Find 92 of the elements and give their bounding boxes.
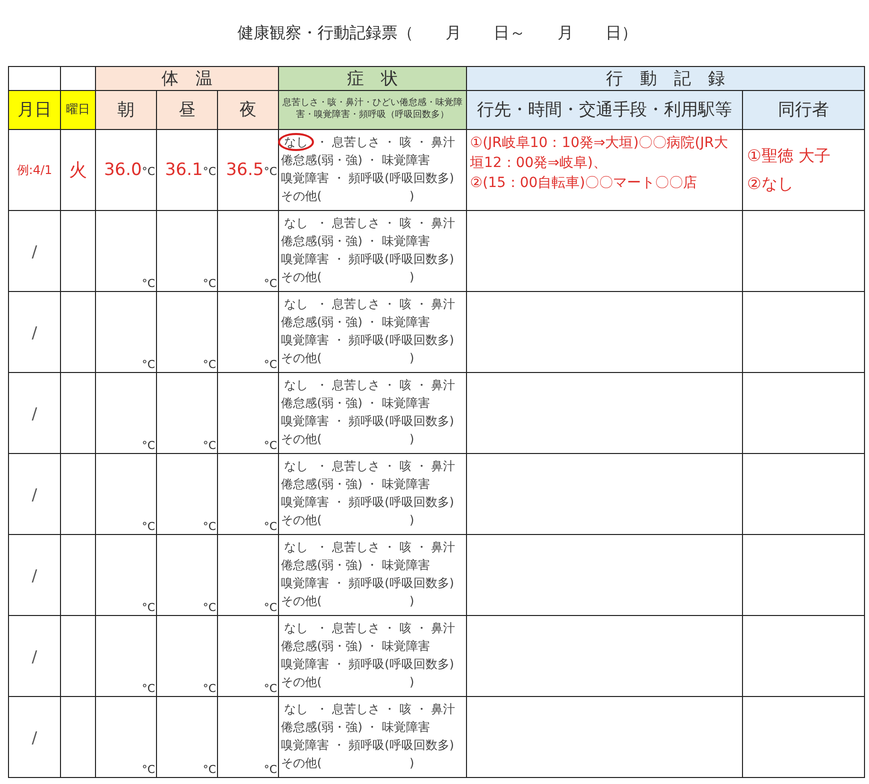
unit-label: °C bbox=[202, 358, 216, 371]
symptoms-hint: 息苦しさ・咳・鼻汁・ひどい倦怠感・味覚障害・嗅覚障害・頻呼吸（呼吸回数多） bbox=[278, 90, 467, 130]
unit-label: °C bbox=[264, 439, 278, 452]
unit-label: °C bbox=[142, 165, 155, 178]
symptom-line: 嗅覚障害 ・ 頻呼吸(呼吸回数多) bbox=[281, 332, 456, 349]
none-option: なし bbox=[278, 457, 314, 475]
temperature-value: 36.5 bbox=[226, 160, 264, 180]
column-header: 月日 bbox=[8, 90, 60, 130]
none-option: なし bbox=[278, 214, 314, 232]
unit-label: °C bbox=[264, 277, 278, 290]
symptom-line: その他( ) bbox=[281, 593, 416, 610]
symptom-line: 嗅覚障害 ・ 頻呼吸(呼吸回数多) bbox=[281, 170, 456, 187]
date-cell: / bbox=[8, 696, 60, 778]
symptom-line: その他( ) bbox=[281, 674, 416, 691]
unit-label: °C bbox=[264, 763, 278, 776]
symptom-line: 倦怠感(弱・強) ・ 味覚障害 bbox=[281, 557, 432, 574]
symptom-line: 倦怠感(弱・強) ・ 味覚障害 bbox=[281, 476, 432, 493]
unit-label: °C bbox=[264, 358, 278, 371]
form-title: 健康観察・行動記録票（ 月 日～ 月 日） bbox=[236, 22, 638, 44]
date-cell: / bbox=[8, 372, 60, 454]
unit-label: °C bbox=[142, 601, 155, 614]
symptom-line: 嗅覚障害 ・ 頻呼吸(呼吸回数多) bbox=[281, 494, 456, 511]
companion-entry: ①聖徳 大子 bbox=[747, 145, 832, 167]
symptom-line: その他( ) bbox=[281, 269, 416, 286]
unit-label: °C bbox=[142, 763, 155, 776]
date-cell: 例:4/1 bbox=[8, 130, 60, 210]
symptom-line: ・ 息苦しさ ・ 咳 ・ 鼻汁 bbox=[316, 214, 456, 232]
date-cell: / bbox=[8, 454, 60, 534]
none-option: なし bbox=[278, 700, 314, 718]
unit-label: °C bbox=[142, 277, 155, 290]
symptom-line: 倦怠感(弱・強) ・ 味覚障害 bbox=[281, 719, 432, 736]
companion-entry: ②なし bbox=[747, 173, 794, 195]
none-option: なし bbox=[278, 295, 314, 313]
symptom-line: その他( ) bbox=[281, 188, 416, 205]
symptom-line: 嗅覚障害 ・ 頻呼吸(呼吸回数多) bbox=[281, 413, 456, 430]
none-option: なし bbox=[278, 538, 314, 556]
unit-label: °C bbox=[142, 682, 155, 695]
symptom-line: その他( ) bbox=[281, 431, 416, 448]
symptom-line: 倦怠感(弱・強) ・ 味覚障害 bbox=[281, 314, 432, 331]
symptom-line: ・ 息苦しさ ・ 咳 ・ 鼻汁 bbox=[316, 538, 456, 556]
unit-label: °C bbox=[264, 601, 278, 614]
symptom-line: その他( ) bbox=[281, 350, 416, 367]
group-header: 行 動 記 録 bbox=[466, 66, 865, 90]
unit-label: °C bbox=[142, 358, 155, 371]
symptom-line: ・ 息苦しさ ・ 咳 ・ 鼻汁 bbox=[316, 134, 456, 150]
unit-label: °C bbox=[202, 520, 216, 533]
column-header: 同行者 bbox=[742, 90, 865, 130]
unit-label: °C bbox=[202, 277, 216, 290]
group-header: 体 温 bbox=[96, 66, 279, 90]
symptom-line: その他( ) bbox=[281, 512, 416, 529]
symptom-line: 倦怠感(弱・強) ・ 味覚障害 bbox=[281, 395, 432, 412]
symptom-line: ・ 息苦しさ ・ 咳 ・ 鼻汁 bbox=[316, 620, 456, 636]
activity-entry: ②(15：00自転車)〇〇マート〇〇店 bbox=[470, 174, 698, 193]
symptom-line: ・ 息苦しさ ・ 咳 ・ 鼻汁 bbox=[316, 700, 456, 718]
symptom-line: ・ 息苦しさ ・ 咳 ・ 鼻汁 bbox=[316, 458, 456, 474]
symptom-line: その他( ) bbox=[281, 755, 416, 772]
unit-label: °C bbox=[264, 682, 278, 695]
unit-label: °C bbox=[202, 601, 216, 614]
symptom-line: 嗅覚障害 ・ 頻呼吸(呼吸回数多) bbox=[281, 251, 456, 268]
unit-label: °C bbox=[202, 682, 216, 695]
unit-label: °C bbox=[202, 165, 216, 178]
activity-entry: ①(JR岐阜10：10発⇒大垣)〇〇病院(JR大垣12：00発⇒岐阜)、 bbox=[470, 134, 730, 173]
unit-label: °C bbox=[264, 520, 278, 533]
none-option: なし bbox=[278, 619, 314, 637]
symptom-line: ・ 息苦しさ ・ 咳 ・ 鼻汁 bbox=[316, 376, 456, 394]
date-cell: / bbox=[8, 616, 60, 696]
column-header: 曜日 bbox=[60, 90, 96, 130]
column-header: 昼 bbox=[156, 90, 218, 130]
date-cell: / bbox=[8, 534, 60, 616]
temperature-value: 36.0 bbox=[104, 160, 142, 180]
temperature-value: 36.1 bbox=[164, 160, 203, 180]
symptom-line: 倦怠感(弱・強) ・ 味覚障害 bbox=[281, 638, 432, 655]
column-header: 朝 bbox=[96, 90, 156, 130]
symptom-line: 倦怠感(弱・強) ・ 味覚障害 bbox=[281, 152, 432, 169]
none-option: なし bbox=[278, 376, 314, 394]
group-header: 症 状 bbox=[278, 66, 467, 90]
unit-label: °C bbox=[264, 165, 278, 178]
symptom-line: 嗅覚障害 ・ 頻呼吸(呼吸回数多) bbox=[281, 575, 456, 592]
symptom-line: ・ 息苦しさ ・ 咳 ・ 鼻汁 bbox=[316, 296, 456, 312]
symptom-line: 嗅覚障害 ・ 頻呼吸(呼吸回数多) bbox=[281, 737, 456, 754]
none-option: なし bbox=[278, 133, 314, 151]
column-header: 行先・時間・交通手段・利用駅等 bbox=[466, 90, 743, 130]
unit-label: °C bbox=[142, 439, 155, 452]
column-header: 夜 bbox=[218, 90, 279, 130]
unit-label: °C bbox=[202, 763, 216, 776]
symptom-line: 倦怠感(弱・強) ・ 味覚障害 bbox=[281, 233, 432, 250]
symptom-line: 嗅覚障害 ・ 頻呼吸(呼吸回数多) bbox=[281, 656, 456, 673]
date-cell: / bbox=[8, 292, 60, 372]
unit-label: °C bbox=[202, 439, 216, 452]
date-cell: / bbox=[8, 210, 60, 292]
weekday-cell: 火 bbox=[60, 130, 96, 210]
unit-label: °C bbox=[142, 520, 155, 533]
